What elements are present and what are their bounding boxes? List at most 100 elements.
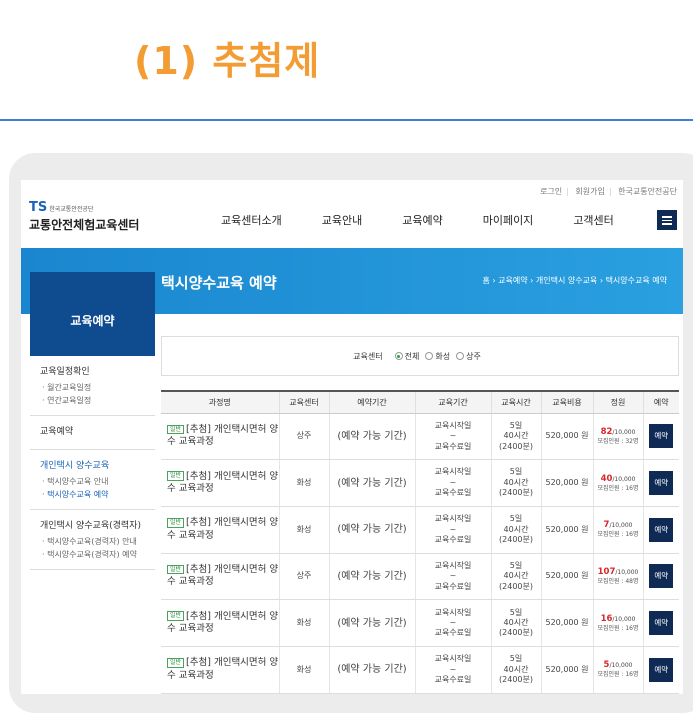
recruit-count: 모집인원 : 48명 [597, 578, 639, 586]
website-screen: 로그인 | 회원가입 | 한국교통안전공단 TS 한국교통안전공단 교통안전체험교육센… [21, 180, 683, 694]
course-cell[interactable]: 일반 [추첨] 개인택시면허 양수 교육과정 [161, 413, 279, 461]
reserve-button[interactable]: 예약 [649, 611, 674, 636]
center-cell: 상주 [278, 413, 329, 461]
reserve-button[interactable]: 예약 [649, 517, 674, 542]
radio-all[interactable]: 전체 [394, 351, 419, 362]
sidebar-item-taxi-exp-guide[interactable]: · 택시양수교육(경력자) 안내 [30, 535, 155, 548]
reserve-button[interactable]: 예약 [649, 424, 674, 449]
center-cell: 화성 [278, 646, 329, 694]
general-badge: 일반 [167, 564, 185, 575]
reserve-period-cell: (예약 가능 기간) [328, 646, 415, 694]
table-row: 일반 [추첨] 개인택시면허 양수 교육과정 화성 (예약 가능 기간) 교육시작일 ~ 교… [161, 459, 679, 507]
table-row: 일반 [추첨] 개인택시면허 양수 교육과정 상주 (예약 가능 기간) 교육시작일 ~ 교… [161, 553, 679, 601]
page-title: (1) 추첨제 [134, 39, 321, 83]
edu-period-cell: 교육시작일 ~ 교육수료일 [414, 599, 491, 647]
cost-cell: 520,000 원 [540, 413, 593, 461]
sidebar-title-box: 교육예약 [30, 272, 155, 356]
kotsa-link[interactable]: 한국교통안전공단 [618, 187, 677, 196]
sidebar-item-taxi-guide[interactable]: · 택시양수교육 안내 [30, 475, 155, 488]
page-heading: (1) 추첨제 [0, 0, 693, 122]
table-row: 일반 [추첨] 개인택시면허 양수 교육과정 화성 (예약 가능 기간) 교육시작일 ~ 교… [161, 646, 679, 694]
sidebar-item-taxi-exp-reserve[interactable]: · 택시양수교육(경력자) 예약 [30, 548, 155, 561]
hamburger-menu-icon[interactable] [657, 210, 677, 230]
center-cell: 화성 [278, 599, 329, 647]
general-badge: 일반 [167, 517, 185, 528]
sidebar-item-yearly[interactable]: · 연간교육일정 [30, 394, 155, 407]
reserve-period-cell: (예약 가능 기간) [328, 599, 415, 647]
table-row: 일반 [추첨] 개인택시면허 양수 교육과정 화성 (예약 가능 기간) 교육시작일 ~ 교… [161, 506, 679, 554]
sidebar-item-reserve[interactable]: 교육예약 [30, 416, 155, 441]
general-badge: 일반 [167, 424, 185, 435]
course-cell[interactable]: 일반 [추첨] 개인택시면허 양수 교육과정 [161, 506, 279, 554]
site-logo[interactable]: TS 한국교통안전공단 교통안전체험교육센터 [29, 196, 139, 233]
filter-label: 교육센터 [353, 351, 383, 361]
edu-period-cell: 교육시작일 ~ 교육수료일 [414, 506, 491, 554]
logo-org-name: 한국교통안전공단 [49, 206, 94, 213]
capacity: /10,000 [612, 475, 636, 483]
col-cost: 교육비용 [540, 390, 593, 414]
radio-sangju[interactable]: 상주 [456, 351, 481, 362]
reserve-cell: 예약 [642, 506, 679, 554]
applied-count: 107 [597, 566, 616, 577]
sidebar: 교육일정확인 · 월간교육일정 · 연간교육일정 교육예약 개인택시 양수교육 … [30, 356, 155, 570]
quota-cell: 40/10,000 모집인원 : 16명 [592, 459, 643, 507]
col-reserve-period: 예약기간 [328, 390, 415, 414]
table-header-row: 과정명 교육센터 예약기간 교육기간 교육시간 교육비용 정원 예약 [161, 390, 679, 414]
applied-count: 82 [600, 426, 613, 437]
edu-time-cell: 5일 40시간 (2400분) [490, 459, 541, 507]
logo-site-name: 교통안전체험교육센터 [29, 218, 140, 232]
capacity: /10,000 [615, 568, 639, 576]
login-link[interactable]: 로그인 [540, 187, 562, 196]
recruit-count: 모집인원 : 32명 [597, 437, 639, 445]
quota-cell: 16/10,000 모집인원 : 16명 [592, 599, 643, 647]
capacity: /10,000 [612, 615, 636, 623]
nav-mypage[interactable]: 마이페이지 [483, 212, 534, 228]
signup-link[interactable]: 회원가입 [575, 187, 604, 196]
center-cell: 상주 [278, 553, 329, 601]
course-cell[interactable]: 일반 [추첨] 개인택시면허 양수 교육과정 [161, 459, 279, 507]
cost-cell: 520,000 원 [540, 506, 593, 554]
edu-time-cell: 5일 40시간 (2400분) [490, 553, 541, 601]
col-quota: 정원 [592, 390, 643, 414]
sidebar-item-schedule[interactable]: 교육일정확인 [30, 356, 155, 381]
ts-logo-mark: TS [29, 200, 48, 215]
reserve-button[interactable]: 예약 [649, 564, 674, 589]
sidebar-item-taxi-reserve[interactable]: · 택시양수교육 예약 [30, 488, 155, 501]
table-row: 일반 [추첨] 개인택시면허 양수 교육과정 화성 (예약 가능 기간) 교육시작일 ~ 교… [161, 599, 679, 647]
course-cell[interactable]: 일반 [추첨] 개인택시면허 양수 교육과정 [161, 599, 279, 647]
capacity: /10,000 [609, 662, 633, 670]
reserve-button[interactable]: 예약 [649, 471, 674, 496]
sidebar-item-taxi[interactable]: 개인택시 양수교육 [30, 450, 155, 475]
radio-hwaseong[interactable]: 화성 [425, 351, 450, 362]
center-cell: 화성 [278, 506, 329, 554]
reserve-cell: 예약 [642, 599, 679, 647]
edu-period-cell: 교육시작일 ~ 교육수료일 [414, 459, 491, 507]
quota-cell: 7/10,000 모집인원 : 16명 [592, 506, 643, 554]
col-reserve: 예약 [642, 390, 679, 414]
nav-edu-reserve[interactable]: 교육예약 [402, 212, 442, 228]
general-badge: 일반 [167, 471, 185, 482]
sidebar-item-monthly[interactable]: · 월간교육일정 [30, 381, 155, 394]
reserve-cell: 예약 [642, 646, 679, 694]
sidebar-item-taxi-exp[interactable]: 개인택시 양수교육(경력자) [30, 510, 155, 535]
sidebar-title: 교육예약 [70, 314, 115, 328]
col-course: 과정명 [161, 390, 279, 414]
reserve-period-cell: (예약 가능 기간) [328, 413, 415, 461]
quota-cell: 5/10,000 모집인원 : 16명 [592, 646, 643, 694]
course-cell[interactable]: 일반 [추첨] 개인택시면허 양수 교육과정 [161, 646, 279, 694]
edu-period-cell: 교육시작일 ~ 교육수료일 [414, 646, 491, 694]
reserve-cell: 예약 [642, 553, 679, 601]
center-filter: 교육센터 전체 화성 상주 [161, 336, 679, 376]
nav-center-intro[interactable]: 교육센터소개 [221, 212, 282, 228]
cost-cell: 520,000 원 [540, 646, 593, 694]
edu-period-cell: 교육시작일 ~ 교육수료일 [414, 553, 491, 601]
capacity: /10,000 [612, 428, 636, 436]
nav-edu-guide[interactable]: 교육안내 [322, 212, 362, 228]
quota-cell: 107/10,000 모집인원 : 48명 [592, 553, 643, 601]
course-cell[interactable]: 일반 [추첨] 개인택시면허 양수 교육과정 [161, 553, 279, 601]
reserve-button[interactable]: 예약 [649, 657, 674, 682]
sidebar-group-taxi-exp: 개인택시 양수교육(경력자) · 택시양수교육(경력자) 안내 · 택시양수교육… [30, 510, 155, 570]
nav-customer-center[interactable]: 고객센터 [573, 212, 613, 228]
cost-cell: 520,000 원 [540, 553, 593, 601]
utility-links: 로그인 | 회원가입 | 한국교통안전공단 [540, 187, 677, 196]
